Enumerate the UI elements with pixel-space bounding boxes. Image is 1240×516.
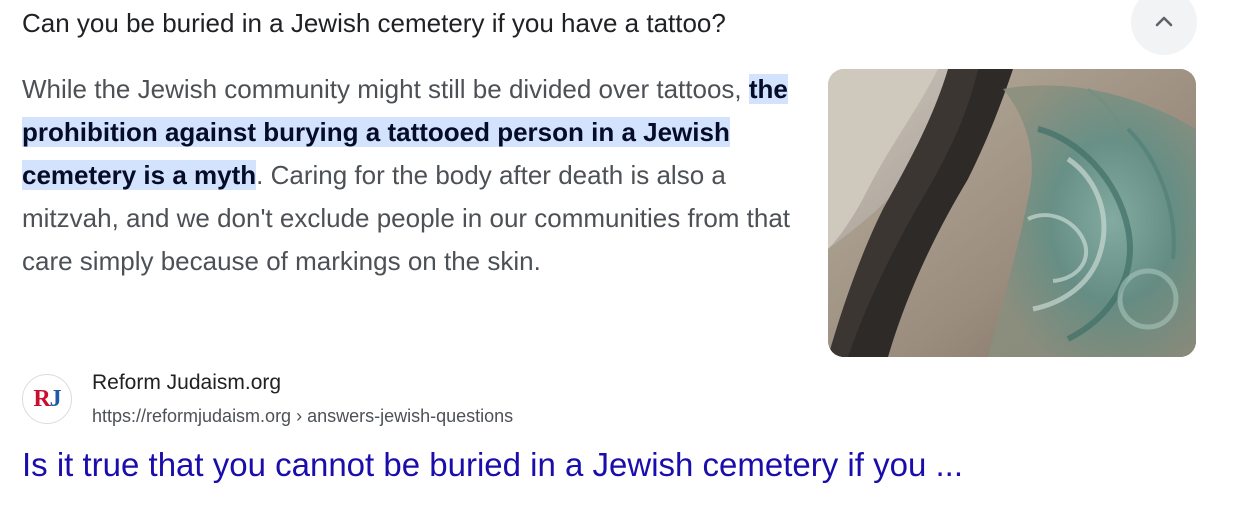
tattoo-thumbnail-image[interactable] (828, 69, 1196, 357)
favicon-letter-r: R (33, 385, 50, 412)
question-text: Can you be buried in a Jewish cemetery i… (22, 8, 726, 38)
site-name[interactable]: Reform Judaism.org (92, 370, 281, 396)
answer-text-before: While the Jewish community might still b… (22, 74, 749, 104)
site-url[interactable]: https://reformjudaism.org › answers-jewi… (92, 404, 513, 428)
favicon-letter-j: J (49, 385, 62, 412)
question-header[interactable]: Can you be buried in a Jewish cemetery i… (0, 0, 1240, 56)
result-title-link[interactable]: Is it true that you cannot be buried in … (22, 444, 963, 486)
source-attribution[interactable]: RJ Reform Judaism.org https://reformjuda… (22, 366, 822, 436)
tattooed-shoulder-image (828, 69, 1196, 357)
answer-snippet: While the Jewish community might still b… (22, 68, 812, 283)
collapse-button[interactable] (1131, 0, 1197, 55)
site-favicon[interactable]: RJ (22, 374, 72, 424)
chevron-up-icon (1155, 16, 1173, 27)
